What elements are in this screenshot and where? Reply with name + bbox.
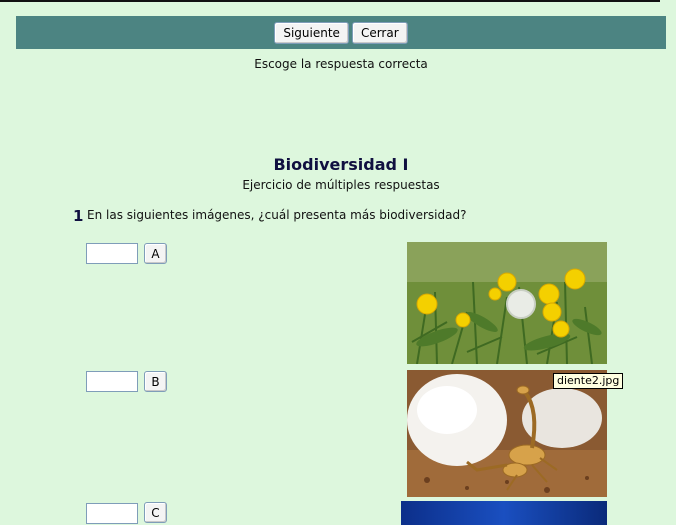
answer-input-a[interactable]	[86, 243, 138, 264]
page-edge	[676, 0, 700, 525]
answer-input-b[interactable]	[86, 371, 138, 392]
option-c-button[interactable]: C	[144, 502, 167, 523]
option-b-button[interactable]: B	[144, 371, 167, 392]
exercise-title: Biodiversidad I	[273, 155, 409, 174]
exercise-subtitle: Ejercicio de múltiples respuestas	[242, 178, 440, 192]
close-button[interactable]: Cerrar	[351, 21, 408, 44]
top-border	[0, 0, 660, 2]
option-c-image	[401, 501, 607, 525]
question-text: En las siguientes imágenes, ¿cuál presen…	[87, 208, 467, 222]
option-a-image-dandelions	[407, 242, 607, 364]
answer-input-c[interactable]	[86, 503, 138, 524]
next-button[interactable]: Siguiente	[274, 21, 349, 44]
image-tooltip: diente2.jpg	[553, 373, 624, 389]
instruction-text: Escoge la respuesta correcta	[254, 57, 428, 71]
question-number: 1	[73, 207, 84, 225]
toolbar: Siguiente Cerrar	[16, 16, 666, 49]
option-b-image-scorpion	[407, 370, 607, 497]
option-a-button[interactable]: A	[144, 243, 167, 264]
